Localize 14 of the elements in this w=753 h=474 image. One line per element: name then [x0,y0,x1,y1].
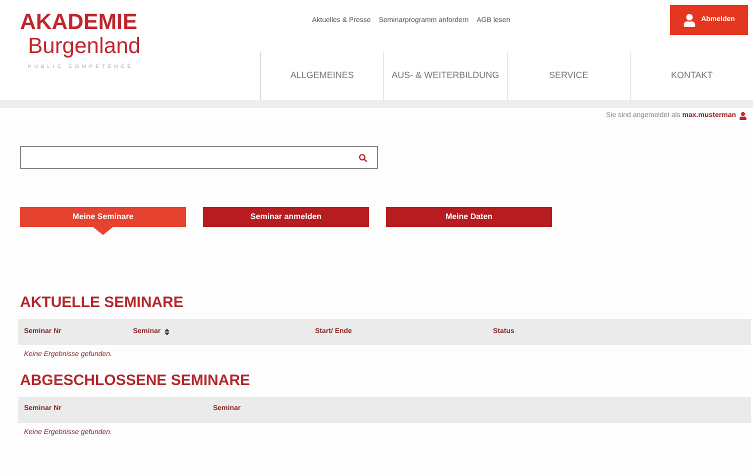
nav-item[interactable]: KONTAKT [630,52,753,100]
tab[interactable]: Seminar anmelden [203,207,369,227]
search-field[interactable] [20,146,378,169]
user-icon [683,14,696,26]
tab[interactable]: Meine Seminare [20,207,186,227]
search-icon [359,154,367,162]
section-heading: AKTUELLE SEMINARE [20,293,184,313]
tab[interactable]: Meine Daten [386,207,552,227]
user-icon [739,112,747,120]
section-heading: ABGESCHLOSSENE SEMINARE [20,370,252,390]
sort-icon [162,328,171,336]
tab-pointer [93,227,113,235]
logo-text: Burgenland [27,34,142,58]
logo-text: AKADEMIE [20,10,138,34]
